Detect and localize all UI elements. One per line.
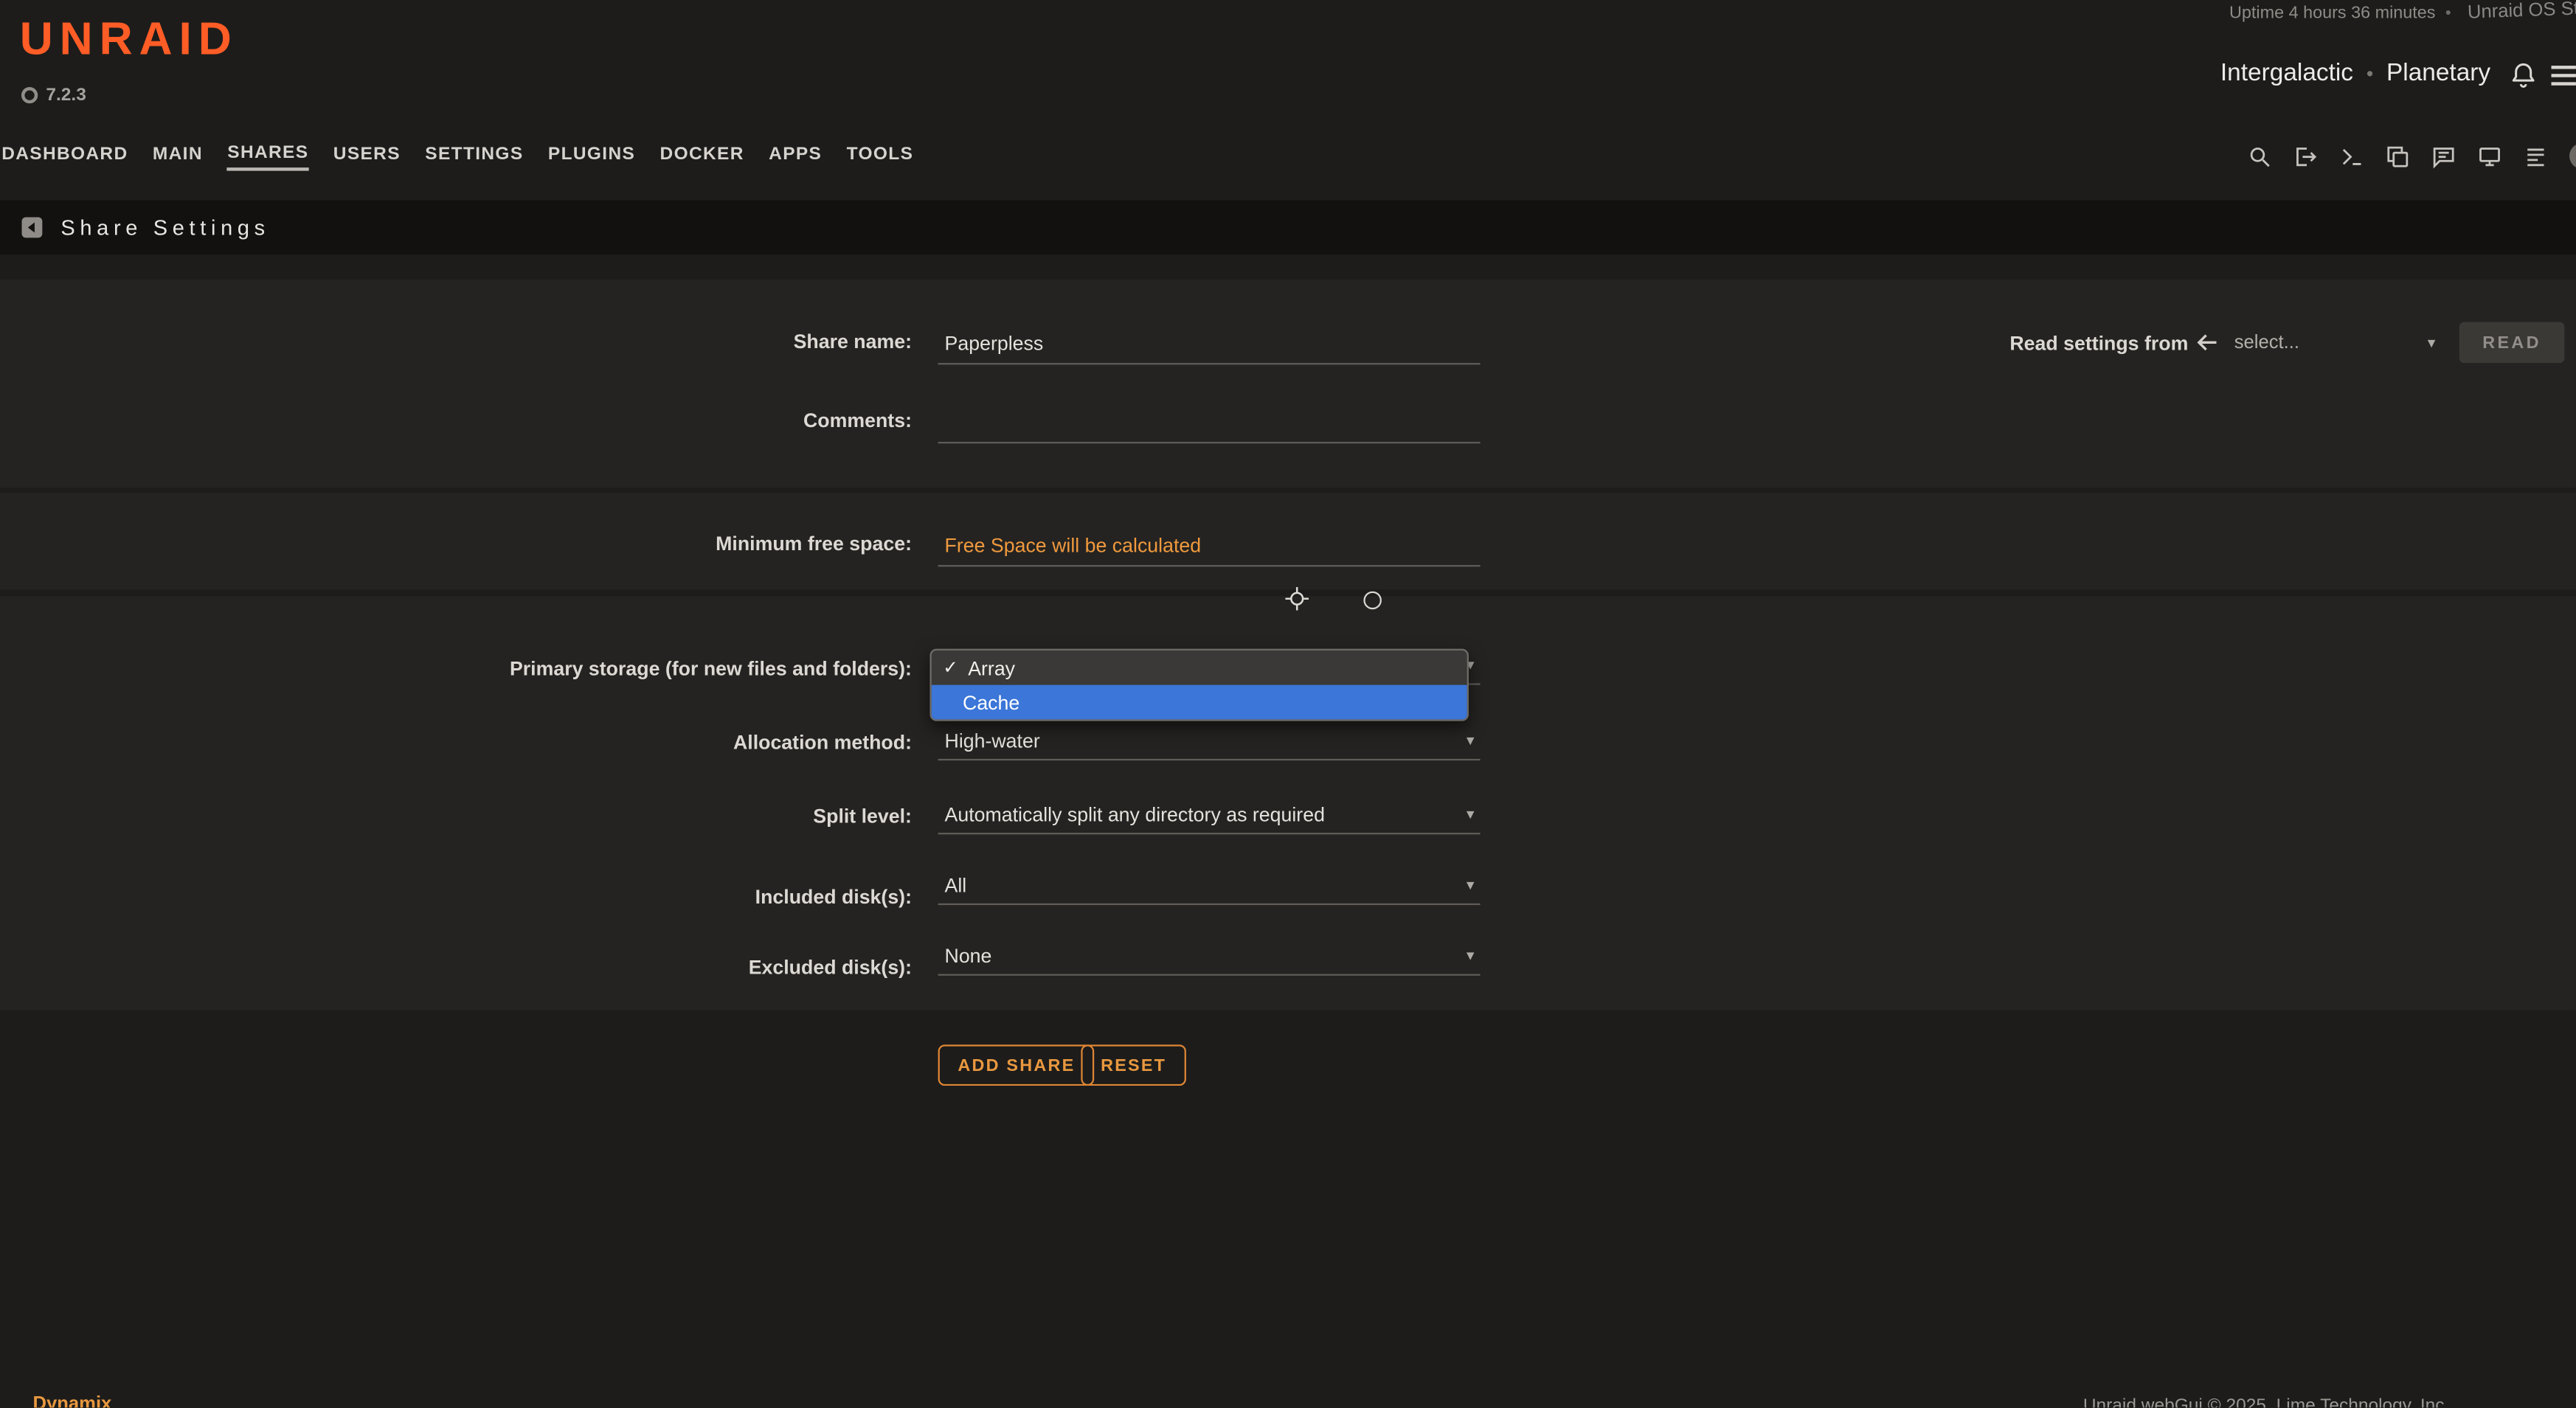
primary-storage-label: Primary storage (for new files and folde…	[0, 657, 912, 680]
min-free-label: Minimum free space:	[0, 533, 912, 555]
included-disks-label: Included disk(s):	[0, 885, 912, 908]
server-name: Intergalactic	[2220, 59, 2353, 87]
nav-shares[interactable]: SHARES	[227, 142, 308, 170]
included-disks-value: All	[945, 874, 967, 897]
dropdown-option-cache[interactable]: Cache	[932, 685, 1467, 720]
panel-identity	[0, 280, 2576, 488]
option-label: Cache	[963, 690, 1019, 713]
add-share-button[interactable]: ADD SHARE	[938, 1044, 1095, 1086]
cursor-crosshair-icon	[1283, 585, 1311, 613]
page-title: Share Settings	[60, 215, 269, 240]
server-identity: Intergalactic • Planetary	[2220, 59, 2490, 87]
checkmark-icon: ✓	[943, 657, 958, 679]
excluded-disks-value: None	[945, 945, 992, 968]
corner-note: Unraid OS Stor	[2468, 0, 2576, 23]
split-level-label: Split level:	[0, 805, 912, 828]
allocation-method-select[interactable]: High-water ▼	[938, 723, 1481, 760]
version-status-icon	[21, 87, 38, 103]
unraid-share-settings-screen: UNRAID 7.2.3 Uptime 4 hours 36 minutes •…	[0, 0, 2576, 1408]
split-level-value: Automatically split any directory as req…	[945, 803, 1325, 826]
chevron-down-icon: ▼	[1464, 808, 1477, 822]
chevron-down-icon: ▼	[2425, 335, 2438, 350]
uptime-text: Uptime 4 hours 36 minutes •	[2229, 3, 2451, 23]
feedback-icon[interactable]	[2431, 144, 2456, 168]
excluded-disks-select[interactable]: None ▼	[938, 938, 1481, 976]
notifications-bell-icon[interactable]	[2509, 60, 2538, 90]
chevron-down-icon: ▼	[1464, 949, 1477, 963]
read-settings-label: Read settings from	[1873, 332, 2189, 355]
nav-settings[interactable]: SETTINGS	[425, 144, 523, 168]
min-free-placeholder: Free Space will be calculated	[945, 534, 1202, 557]
nav-docker[interactable]: DOCKER	[660, 144, 744, 168]
nav-tools[interactable]: TOOLS	[847, 144, 914, 168]
share-name-value: Paperpless	[945, 332, 1044, 355]
read-settings-select[interactable]: select... ▼	[2234, 324, 2442, 361]
monitor-icon[interactable]	[2477, 144, 2501, 168]
footer-credit-link[interactable]: Dynamix	[33, 1395, 112, 1408]
footer-copyright: Unraid webGui © 2025, Lime Technology, I…	[2083, 1396, 2449, 1408]
reset-button[interactable]: RESET	[1081, 1044, 1186, 1086]
logout-icon[interactable]	[2293, 144, 2318, 168]
page-title-bar: Share Settings	[0, 201, 2576, 254]
separator-dot: •	[2445, 4, 2451, 22]
included-disks-select[interactable]: All ▼	[938, 867, 1481, 905]
unraid-logo[interactable]: UNRAID	[20, 13, 238, 66]
log-icon[interactable]	[2524, 144, 2548, 168]
uptime-value: Uptime 4 hours 36 minutes	[2229, 3, 2435, 23]
read-settings-select-value: select...	[2234, 333, 2299, 353]
version-text: 7.2.3	[46, 86, 86, 105]
comments-input[interactable]	[938, 403, 1481, 444]
read-button[interactable]: READ	[2459, 322, 2565, 363]
arrow-left-icon	[2195, 330, 2219, 355]
profile-icon[interactable]	[2569, 143, 2576, 170]
nav-dashboard[interactable]: DASHBOARD	[1, 144, 128, 168]
nav-apps[interactable]: APPS	[769, 144, 822, 168]
allocation-method-value: High-water	[945, 729, 1040, 752]
chevron-down-icon: ▼	[1464, 733, 1477, 748]
menu-hamburger-icon[interactable]	[2552, 66, 2576, 90]
search-icon[interactable]	[2248, 144, 2272, 168]
min-free-input[interactable]: Free Space will be calculated	[938, 526, 1481, 567]
allocation-method-label: Allocation method:	[0, 731, 912, 754]
nav-plugins[interactable]: PLUGINS	[548, 144, 635, 168]
share-name-input[interactable]: Paperpless	[938, 324, 1481, 365]
main-nav: DASHBOARD MAIN SHARES USERS SETTINGS PLU…	[0, 131, 913, 181]
primary-storage-dropdown: ✓ Array Cache	[929, 649, 1468, 721]
os-version: 7.2.3	[21, 86, 86, 105]
cursor-ring-icon	[1363, 592, 1381, 609]
nav-main[interactable]: MAIN	[153, 144, 203, 168]
nav-toolbar	[2248, 131, 2576, 181]
chevron-down-icon: ▼	[1464, 878, 1477, 892]
dropdown-option-array[interactable]: ✓ Array	[932, 651, 1467, 685]
option-label: Array	[968, 656, 1015, 679]
copy-icon[interactable]	[2386, 144, 2410, 168]
back-icon[interactable]	[20, 215, 44, 240]
split-level-select[interactable]: Automatically split any directory as req…	[938, 797, 1481, 834]
server-description: Planetary	[2386, 59, 2490, 87]
excluded-disks-label: Excluded disk(s):	[0, 956, 912, 979]
share-name-label: Share name:	[0, 330, 912, 353]
terminal-icon[interactable]	[2339, 144, 2364, 168]
comments-label: Comments:	[0, 409, 912, 432]
nav-users[interactable]: USERS	[333, 144, 401, 168]
separator-dot: •	[2366, 62, 2373, 85]
